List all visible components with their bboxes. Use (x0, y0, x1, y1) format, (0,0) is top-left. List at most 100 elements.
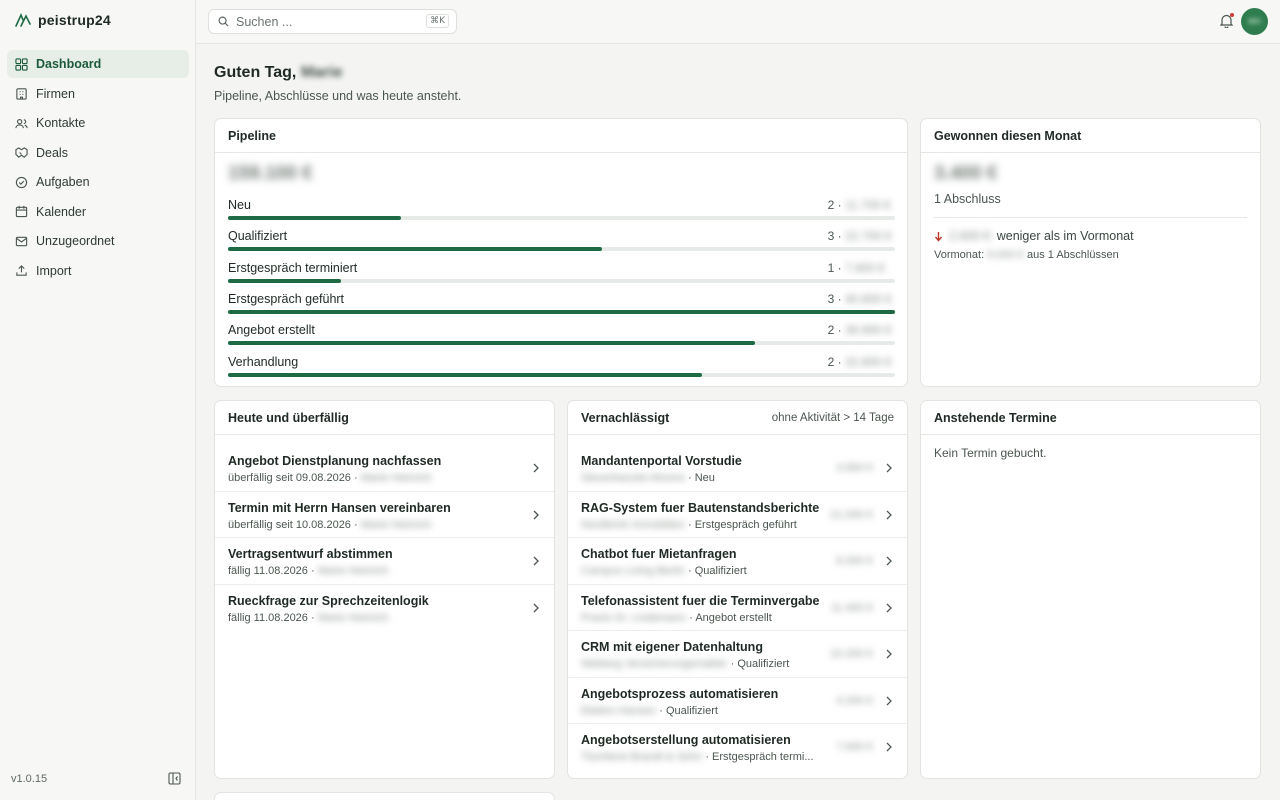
deal-title: Telefonassistent fuer die Terminvergabe (581, 593, 820, 608)
stage-progress-track (228, 216, 895, 220)
deal-stage: Qualifiziert (694, 565, 747, 577)
stage-meta: 3 · 22.700 € (828, 229, 895, 243)
task-row[interactable]: Termin mit Herrn Hansen vereinbaren überf… (215, 492, 554, 538)
deal-row[interactable]: Angebotserstellung automatisieren Tischle… (568, 724, 907, 771)
deal-row[interactable]: Chatbot fuer Mietanfragen Campus Living B… (568, 538, 907, 585)
stage-progress-fill (228, 341, 755, 346)
sidebar-item-label: Aufgaben (36, 175, 90, 189)
calendar-icon (15, 205, 28, 218)
deal-company: Steuerkanzlei Ahrens (581, 472, 685, 484)
stage-amount: 22.700 € (845, 229, 892, 244)
separator: · (684, 472, 695, 484)
won-delta: 2.600 € (949, 229, 991, 243)
sidebar-item-label: Unzugeordnet (36, 234, 115, 248)
task-row[interactable]: Rueckfrage zur Sprechzeitenlogik fällig 1… (215, 585, 554, 632)
stage-label: Angebot erstellt (228, 323, 315, 338)
sidebar-item-unzugeordnet[interactable]: Unzugeordnet (7, 227, 189, 255)
sidebar-item-kontakte[interactable]: Kontakte (7, 109, 189, 137)
neglected-title: Vernachlässigt (581, 410, 670, 425)
handshake-icon (15, 147, 28, 158)
deal-meta: Tischlerei Brandt & Sohn · Erstgespräch … (581, 751, 814, 763)
separator: · (834, 198, 845, 212)
deal-row[interactable]: Mandantenportal Vorstudie Steuerkanzlei A… (568, 445, 907, 492)
app-logo[interactable]: peistrup24 (14, 12, 111, 28)
stage-progress-track (228, 309, 895, 314)
stage-label: Qualifiziert (228, 229, 288, 244)
separator: · (307, 565, 318, 577)
sidebar-item-firmen[interactable]: Firmen (7, 80, 189, 108)
deal-stage: Erstgespräch termi... (712, 751, 814, 763)
task-meta: überfällig seit 10.08.2026 · Marie Heinr… (228, 519, 432, 531)
notifications-button[interactable] (1219, 13, 1234, 29)
task-meta: fällig 11.08.2026 · Marie Heinrich (228, 565, 389, 577)
stage-amount: 7.600 € (845, 260, 886, 275)
stage-label: Verhandlung (228, 354, 299, 369)
deal-company: Nordbrink Immobilien (581, 518, 685, 531)
deal-company: Campus Living Berlin (581, 565, 685, 577)
deal-value: 4.200 € (836, 694, 873, 707)
appointments-title: Anstehende Termine (934, 410, 1057, 425)
separator: · (684, 565, 695, 577)
deal-value: 7.600 € (836, 741, 873, 753)
user-avatar[interactable]: MH (1241, 8, 1268, 35)
sidebar-item-kalender[interactable]: Kalender (7, 198, 189, 226)
today-card: Heute und überfällig Angebot Dienstplanu… (214, 400, 555, 779)
deal-meta: Elektro Hansen · Qualifiziert (581, 705, 718, 717)
stage-label: Neu (228, 198, 251, 212)
appointments-card: Anstehende Termine Kein Termin gebucht. (920, 400, 1261, 779)
today-list: Angebot Dienstplanung nachfassen überfäll… (215, 435, 554, 631)
stage-progress-track (228, 341, 895, 346)
won-delta-text: weniger als im Vormonat (996, 229, 1134, 243)
pipeline-title: Pipeline (228, 128, 276, 143)
divider (934, 217, 1247, 218)
deal-meta: Nordbrink Immobilien · Erstgespräch gefü… (581, 519, 797, 531)
separator: · (834, 291, 845, 306)
won-card-header: Gewonnen diesen Monat (921, 119, 1260, 153)
deal-row[interactable]: RAG-System fuer Bautenstandsberichte Nord… (568, 492, 907, 538)
won-card: Gewonnen diesen Monat 3.400 € 1 Abschlus… (920, 118, 1261, 387)
separator: · (350, 472, 361, 484)
collapse-sidebar-icon[interactable] (168, 772, 181, 785)
task-row[interactable]: Angebot Dienstplanung nachfassen überfäll… (215, 445, 554, 492)
sidebar-item-dashboard[interactable]: Dashboard (7, 50, 189, 78)
appointments-card-header: Anstehende Termine (921, 401, 1260, 435)
sidebar-item-label: Firmen (36, 86, 75, 101)
sidebar-nav: Dashboard Firmen Kontakte Deals Aufgaben… (7, 50, 189, 286)
deal-title: CRM mit eigener Datenhaltung (581, 640, 763, 654)
task-due: fällig 11.08.2026 (228, 611, 308, 624)
sidebar-item-import[interactable]: Import (7, 257, 189, 285)
neglected-note: ohne Aktivität > 14 Tage (771, 411, 894, 424)
deal-meta: Praxis Dr. Lindemann · Angebot erstellt (581, 612, 772, 624)
task-owner: Marie Heinrich (360, 472, 432, 484)
chevron-right-icon (533, 463, 539, 473)
deal-title: Chatbot fuer Mietanfragen (581, 547, 737, 561)
task-owner: Marie Heinrich (317, 565, 389, 577)
deal-value: 10.200 € (830, 648, 873, 660)
search-box[interactable]: ⌘K (208, 9, 457, 34)
inbox-icon (15, 236, 28, 246)
today-title: Heute und überfällig (228, 410, 349, 425)
deal-row[interactable]: CRM mit eigener Datenhaltung Weiberg Vers… (568, 631, 907, 678)
deal-row[interactable]: Telefonassistent fuer die Terminvergabe P… (568, 585, 907, 631)
won-prev-value: 6.000 € (987, 249, 1024, 261)
arrow-down-icon (934, 231, 943, 242)
deal-stage: Qualifiziert (666, 704, 718, 717)
sidebar-item-deals[interactable]: Deals (7, 139, 189, 167)
pipeline-stage: Erstgespräch terminiert 1 · 7.600 € (228, 261, 895, 285)
deal-company: Praxis Dr. Lindemann (581, 611, 687, 624)
task-row[interactable]: Vertragsentwurf abstimmen fällig 11.08.20… (215, 538, 554, 585)
pipeline-card: Pipeline 159.100 € Neu 2 · 11.700 € Qualif… (214, 118, 908, 387)
search-input[interactable] (236, 14, 421, 29)
chevron-right-icon (533, 510, 539, 519)
deal-row[interactable]: Angebotsprozess automatisieren Elektro Ha… (568, 678, 907, 724)
stage-progress-track (228, 372, 895, 377)
app-name: peistrup24 (38, 12, 111, 28)
grid-icon (15, 57, 28, 71)
task-title: Vertragsentwurf abstimmen (228, 547, 393, 561)
sidebar-item-aufgaben[interactable]: Aufgaben (7, 168, 189, 196)
separator: · (684, 518, 695, 531)
page-title: Guten Tag, Marie (214, 64, 343, 82)
deal-stage: Angebot erstellt (695, 611, 772, 624)
stage-meta: 2 · 32.800 € (828, 355, 895, 369)
stage-amount: 11.700 € (845, 198, 891, 212)
